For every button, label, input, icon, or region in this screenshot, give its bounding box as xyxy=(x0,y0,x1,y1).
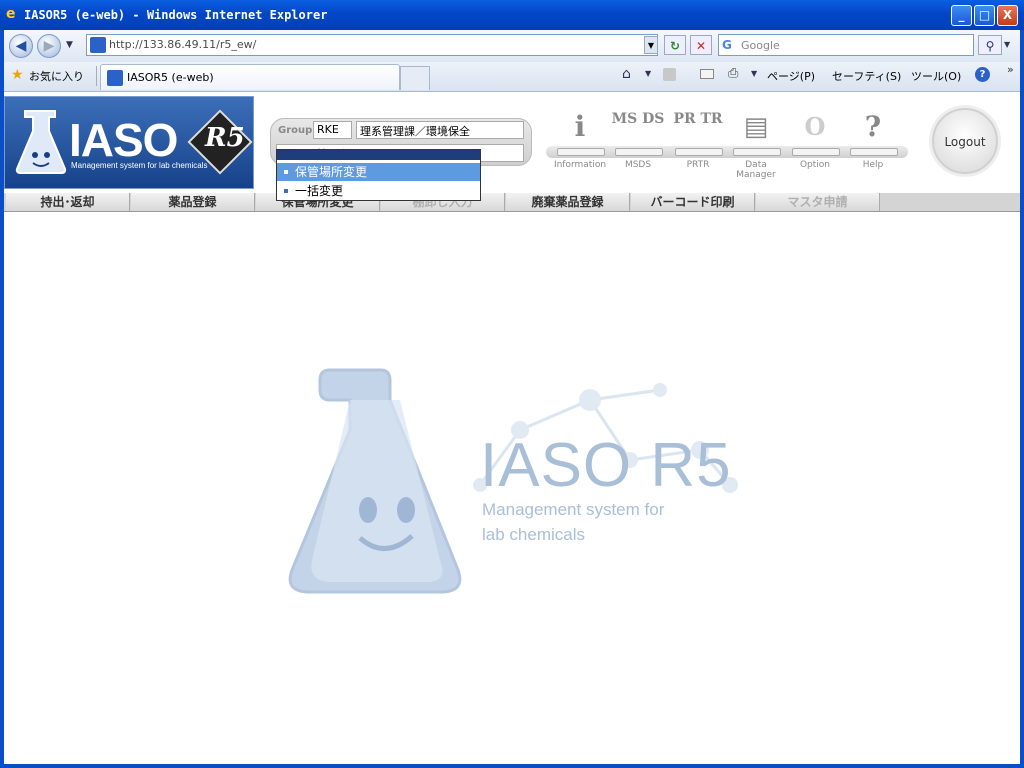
history-dropdown-icon[interactable]: ▼ xyxy=(66,40,73,50)
tool-slot xyxy=(792,148,840,156)
group-code-field[interactable]: RKE xyxy=(313,121,352,139)
search-options-icon[interactable]: ▼ xyxy=(1004,40,1010,49)
menu-tab-5[interactable]: 廃棄薬品登録 xyxy=(506,193,630,211)
information-icon: i xyxy=(574,110,586,143)
logout-button[interactable]: Logout xyxy=(932,108,998,174)
ie-icon: e xyxy=(6,6,16,22)
google-icon: G xyxy=(722,38,732,52)
tool-slot xyxy=(675,148,723,156)
chevron-more-icon[interactable]: » xyxy=(1007,63,1014,76)
window-frame-bottom xyxy=(0,764,1024,768)
print-icon[interactable]: ⎙ xyxy=(728,67,738,81)
window-frame-right xyxy=(1020,30,1024,768)
group-label: Group xyxy=(278,125,313,136)
tool-help-button[interactable]: ? Help xyxy=(844,110,902,170)
help-icon: ? xyxy=(864,110,882,143)
search-box[interactable]: G Google xyxy=(718,34,974,56)
logo-tagline: Management system for lab chemicals xyxy=(71,161,208,170)
tool-label: PRTR xyxy=(686,160,710,170)
prtr-icon: PR TR xyxy=(673,111,723,127)
toolbar-divider xyxy=(96,66,98,86)
page-favicon-icon xyxy=(90,37,106,53)
mail-icon[interactable] xyxy=(700,69,714,79)
window-title: IASOR5 (e-web) - Windows Internet Explor… xyxy=(24,8,328,22)
safety-menu[interactable]: セーフティ(S) xyxy=(832,68,901,84)
refresh-icon[interactable]: ↻ xyxy=(664,35,686,55)
tool-data-manager-button[interactable]: ▤ Data Manager xyxy=(727,112,785,180)
feeds-icon[interactable] xyxy=(663,68,676,81)
minimize-button[interactable]: _ xyxy=(951,5,972,26)
flask-mascot-icon xyxy=(15,109,67,175)
dropdown-item-label: 一括変更 xyxy=(295,184,344,198)
iaso-logo: IASO R5 Management system for lab chemic… xyxy=(4,96,254,189)
print-dropdown-icon[interactable]: ▼ xyxy=(751,69,757,78)
tools-menu[interactable]: ツール(O) xyxy=(911,68,961,84)
tool-msds-button[interactable]: MS DS MSDS xyxy=(609,111,667,170)
new-tab-button[interactable] xyxy=(400,66,430,90)
page-menu[interactable]: ページ(P) xyxy=(767,68,815,84)
tool-slot xyxy=(557,148,605,156)
favorites-star-icon[interactable]: ★ xyxy=(11,68,24,82)
dropdown-item-bulk-change[interactable]: 一括変更 xyxy=(277,182,480,200)
tool-slot xyxy=(615,148,663,156)
tool-slot xyxy=(733,148,781,156)
menu-tab-6[interactable]: バーコード印刷 xyxy=(631,193,755,211)
address-url: http://133.86.49.11/r5_ew/ xyxy=(109,38,257,51)
flask-watermark-icon xyxy=(280,360,592,610)
favorites-button[interactable]: お気に入り xyxy=(29,68,84,84)
group-name-field[interactable]: 理系管理課／環境保全 xyxy=(356,121,524,139)
home-icon[interactable]: ⌂ xyxy=(622,67,631,81)
maximize-button[interactable]: □ xyxy=(974,5,995,26)
address-bar[interactable]: http://133.86.49.11/r5_ew/ xyxy=(86,34,658,56)
dropdown-item-storage-change[interactable]: 保管場所変更 xyxy=(277,163,480,181)
help-icon[interactable]: ? xyxy=(975,67,990,82)
watermark-tagline-line2: lab chemicals xyxy=(482,525,585,544)
msds-icon: MS DS xyxy=(611,111,665,127)
dropdown-item-label: 保管場所変更 xyxy=(295,165,368,179)
tool-label: MSDS xyxy=(624,160,652,170)
tool-label: Information xyxy=(553,160,607,170)
back-arrow-icon[interactable]: ◀ xyxy=(9,34,33,58)
option-icon: O xyxy=(804,112,826,141)
watermark-tagline-line1: Management system for xyxy=(482,500,665,519)
tab-favicon-icon xyxy=(107,70,123,86)
logo-text: IASO xyxy=(69,114,178,166)
watermark-title: IASO R5 xyxy=(480,431,732,500)
browser-tab[interactable]: IASOR5 (e-web) xyxy=(100,64,400,90)
close-button[interactable]: X xyxy=(997,5,1018,26)
data-manager-icon: ▤ xyxy=(743,112,769,142)
stop-icon[interactable]: ✕ xyxy=(690,35,712,55)
tool-prtr-button[interactable]: PR TR PRTR xyxy=(669,111,727,170)
tool-label: Option xyxy=(799,160,831,170)
home-dropdown-icon[interactable]: ▼ xyxy=(645,69,651,78)
tab-title: IASOR5 (e-web) xyxy=(127,71,214,84)
tool-slot xyxy=(850,148,898,156)
search-icon[interactable]: ⚲ xyxy=(978,35,1002,55)
forward-arrow-icon[interactable]: ▶ xyxy=(37,34,61,58)
window-title-bar: e IASOR5 (e-web) - Windows Internet Expl… xyxy=(0,0,1024,30)
r5-badge-text: R5 xyxy=(205,123,245,153)
search-placeholder: Google xyxy=(741,39,780,52)
tool-label: Data Manager xyxy=(736,160,776,180)
address-dropdown-icon[interactable]: ▼ xyxy=(644,36,658,54)
tool-information-button[interactable]: i Information xyxy=(551,110,609,171)
menu-tab-2[interactable]: 薬品登録 xyxy=(131,193,255,211)
menu-tab-7: マスタ申請 xyxy=(756,193,880,211)
tool-label: Help xyxy=(862,160,884,170)
menu-tab-1[interactable]: 持出･返却 xyxy=(6,193,130,211)
tool-option-button[interactable]: O Option xyxy=(786,112,844,170)
